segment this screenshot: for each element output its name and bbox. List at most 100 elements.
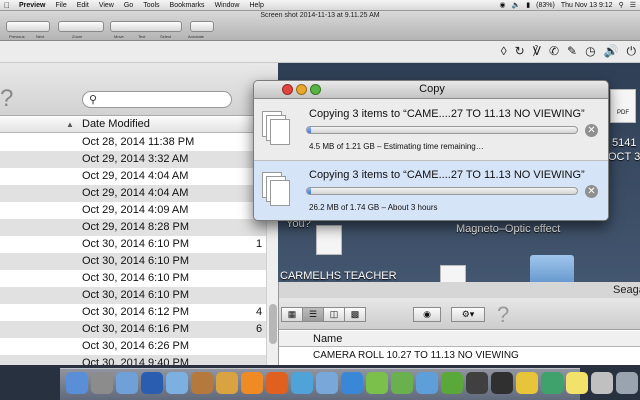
refresh-icon[interactable]: ↻	[515, 44, 525, 59]
table-row[interactable]: Oct 30, 2014 6:10 PM	[0, 253, 266, 270]
list-item[interactable]: CAMERA ROLL 10.27 TO 11.13 NO VIEWING	[279, 348, 640, 363]
pdf-label: PDF	[617, 110, 629, 116]
name-column-header[interactable]: Name	[279, 331, 640, 347]
search-input[interactable]: ⚲	[82, 91, 232, 108]
menu-view[interactable]: View	[99, 2, 114, 9]
table-row[interactable]: Oct 29, 2014 4:04 AM	[0, 168, 266, 185]
wifi-icon[interactable]: ◊	[501, 44, 507, 59]
mail-icon[interactable]	[116, 372, 138, 394]
www-icon[interactable]	[516, 372, 538, 394]
copy-titlebar[interactable]: Copy	[254, 81, 608, 99]
table-row[interactable]: Oct 28, 2014 11:38 PM	[0, 134, 266, 151]
app-store-icon[interactable]	[341, 372, 363, 394]
column-view-button[interactable]: ◫	[323, 307, 345, 322]
time-machine-icon[interactable]	[541, 372, 563, 394]
table-row[interactable]: Oct 30, 2014 6:10 PM	[0, 270, 266, 287]
bluetooth-icon[interactable]: ℣	[533, 44, 541, 59]
finder2-toolbar: ▦ ☰ ◫ ▩ ◉ ⚙▾ ?	[279, 298, 640, 330]
activity-monitor-icon[interactable]	[466, 372, 488, 394]
firefox-icon[interactable]	[266, 372, 288, 394]
date-modified-cell: Oct 30, 2014 6:10 PM	[82, 255, 190, 267]
system-preferences-icon[interactable]	[91, 372, 113, 394]
apple-menu-icon[interactable]: 	[4, 1, 10, 10]
table-row[interactable]: Oct 29, 2014 4:04 AM	[0, 185, 266, 202]
table-row[interactable]: Oct 30, 2014 6:10 PM	[0, 287, 266, 304]
finder-window-2: Seaga ▦ ☰ ◫ ▩ ◉ ⚙▾ ? Name CAMERA ROLL 10…	[278, 282, 640, 365]
guitar-icon[interactable]	[191, 372, 213, 394]
finder-icon[interactable]	[66, 372, 88, 394]
facetime-icon[interactable]	[291, 372, 313, 394]
pdf-file-thumbnail[interactable]: PDF	[610, 89, 636, 123]
table-row[interactable]: Oct 30, 2014 6:26 PM	[0, 338, 266, 355]
wifi-icon[interactable]: ◉	[499, 1, 505, 9]
utorrent-icon[interactable]	[441, 372, 463, 394]
action-gear-icon[interactable]: ⚙▾	[451, 307, 485, 322]
menu-bookmarks[interactable]: Bookmarks	[170, 2, 205, 9]
coverflow-view-button[interactable]: ▩	[344, 307, 366, 322]
spotlight-icon[interactable]: ⚲	[619, 1, 624, 9]
menu-tools[interactable]: Tools	[143, 2, 159, 9]
cancel-copy-button[interactable]: ✕	[585, 185, 598, 198]
menu-window[interactable]: Window	[215, 2, 240, 9]
menu-help[interactable]: Help	[249, 2, 263, 9]
trash-icon[interactable]	[616, 372, 638, 394]
quicklook-eye-icon[interactable]: ◉	[413, 307, 441, 322]
date-modified-cell: Oct 28, 2014 11:38 PM	[82, 136, 195, 148]
vlc-icon[interactable]	[241, 372, 263, 394]
date-modified-cell: Oct 29, 2014 8:28 PM	[82, 221, 190, 233]
speaker-icon[interactable]: 🔊	[604, 44, 619, 59]
table-row[interactable]: Oct 29, 2014 8:28 PM	[0, 219, 266, 236]
caption-text: Text	[138, 34, 146, 39]
caption-zoom: Zoom	[72, 34, 83, 39]
table-row[interactable]: Oct 30, 2014 6:16 PM 6	[0, 321, 266, 338]
stickies-icon[interactable]	[566, 372, 588, 394]
safari-icon[interactable]	[416, 372, 438, 394]
terminal-icon[interactable]	[491, 372, 513, 394]
copy-dialog: Copy Copying 3 items to “CAME....27 TO 1…	[253, 80, 609, 221]
prev-next-buttons[interactable]	[6, 21, 50, 32]
cancel-copy-button[interactable]: ✕	[585, 124, 598, 137]
preview-icon[interactable]	[316, 372, 338, 394]
column-header[interactable]: ▲ Date Modified	[0, 117, 278, 133]
menu-bar:  Preview File Edit View Go Tools Bookma…	[0, 0, 640, 11]
icon-view-button[interactable]: ▦	[281, 307, 303, 322]
zoom-buttons[interactable]	[58, 21, 104, 32]
power-icon[interactable]: ⏻	[627, 44, 637, 59]
menu-go[interactable]: Go	[124, 2, 133, 9]
menu-edit[interactable]: Edit	[77, 2, 89, 9]
document-thumbnail[interactable]	[316, 225, 342, 255]
table-row[interactable]: Oct 30, 2014 6:10 PM 1	[0, 236, 266, 253]
menu-file[interactable]: File	[55, 2, 66, 9]
table-row[interactable]: Oct 29, 2014 3:32 AM	[0, 151, 266, 168]
table-row[interactable]: Oct 29, 2014 4:09 AM	[0, 202, 266, 219]
copy-item-text: Copying 3 items to “CAME....27 TO 11.13 …	[309, 108, 585, 120]
limewire-icon[interactable]	[366, 372, 388, 394]
list-view-button[interactable]: ☰	[302, 307, 324, 322]
photos-icon[interactable]	[216, 372, 238, 394]
aol-icon[interactable]	[141, 372, 163, 394]
date-modified-header[interactable]: Date Modified	[82, 118, 150, 130]
volume-icon[interactable]: 🔈	[512, 1, 521, 9]
directory-icon[interactable]	[591, 372, 613, 394]
finder2-titlebar: Seaga	[279, 282, 640, 298]
help-icon[interactable]: ?	[0, 85, 13, 113]
desktop-label-oct: OCT 3	[608, 151, 640, 163]
file-list: Oct 28, 2014 11:38 PM Oct 29, 2014 3:32 A…	[0, 134, 266, 372]
signal-icon[interactable]: ✎	[567, 44, 577, 59]
battery-icon[interactable]: ▮	[526, 1, 530, 9]
itunes-icon[interactable]	[166, 372, 188, 394]
clock[interactable]: Thu Nov 13 9:12	[561, 2, 613, 9]
chat-icon[interactable]	[391, 372, 413, 394]
time-machine-icon[interactable]: ◷	[585, 44, 595, 59]
menu-app-name[interactable]: Preview	[19, 2, 45, 9]
list-icon[interactable]: ☰	[630, 1, 636, 9]
tool-buttons[interactable]	[110, 21, 182, 32]
annotate-button[interactable]	[190, 21, 214, 32]
sort-arrow-icon[interactable]: ▲	[66, 120, 74, 129]
table-row[interactable]: Oct 30, 2014 6:12 PM 4	[0, 304, 266, 321]
help-icon[interactable]: ?	[497, 302, 509, 328]
scrollbar-thumb[interactable]	[269, 304, 277, 344]
date-modified-cell: Oct 30, 2014 6:10 PM	[82, 272, 190, 284]
phone-icon[interactable]: ✆	[549, 44, 559, 59]
document-title: Screen shot 2014-11-13 at 9.11.25 AM	[260, 12, 380, 19]
